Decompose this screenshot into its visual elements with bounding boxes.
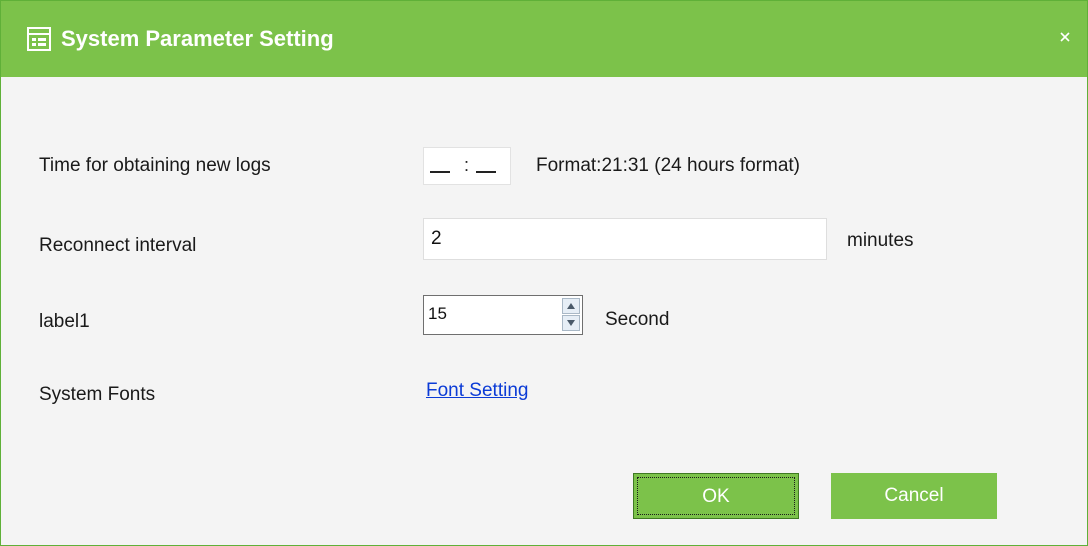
label1-value[interactable]: 15	[428, 304, 447, 324]
dialog-title: System Parameter Setting	[61, 26, 334, 51]
title-bar[interactable]: System Parameter Setting	[1, 1, 1087, 77]
label1-stepper[interactable]: 15	[423, 295, 583, 335]
log-time-label: Time for obtaining new logs	[39, 155, 271, 176]
stepper-up-button[interactable]	[562, 298, 580, 314]
triangle-down-icon	[567, 320, 575, 326]
stepper-buttons	[562, 298, 580, 332]
label1-label: label1	[39, 311, 90, 332]
focus-ring	[637, 477, 795, 515]
system-parameter-dialog: System Parameter Setting Time for obtain…	[0, 0, 1088, 546]
font-setting-link[interactable]: Font Setting	[426, 379, 528, 403]
log-time-format-hint: Format:21:31 (24 hours format)	[536, 155, 800, 176]
label1-unit-label: Second	[605, 309, 670, 330]
cancel-button[interactable]: Cancel	[831, 473, 997, 519]
time-separator: :	[464, 155, 470, 175]
reconnect-unit-label: minutes	[847, 230, 914, 251]
hour-segment[interactable]	[430, 171, 450, 173]
minute-segment[interactable]	[476, 171, 496, 173]
ok-button[interactable]: OK	[633, 473, 799, 519]
reconnect-interval-label: Reconnect interval	[39, 235, 197, 256]
close-icon[interactable]	[1057, 29, 1073, 45]
cancel-button-label: Cancel	[884, 485, 944, 506]
stepper-down-button[interactable]	[562, 315, 580, 331]
system-fonts-label: System Fonts	[39, 384, 156, 405]
reconnect-interval-input[interactable]	[423, 218, 827, 260]
settings-form-icon	[27, 27, 51, 51]
triangle-up-icon	[567, 303, 575, 309]
log-time-input[interactable]: :	[423, 147, 511, 185]
